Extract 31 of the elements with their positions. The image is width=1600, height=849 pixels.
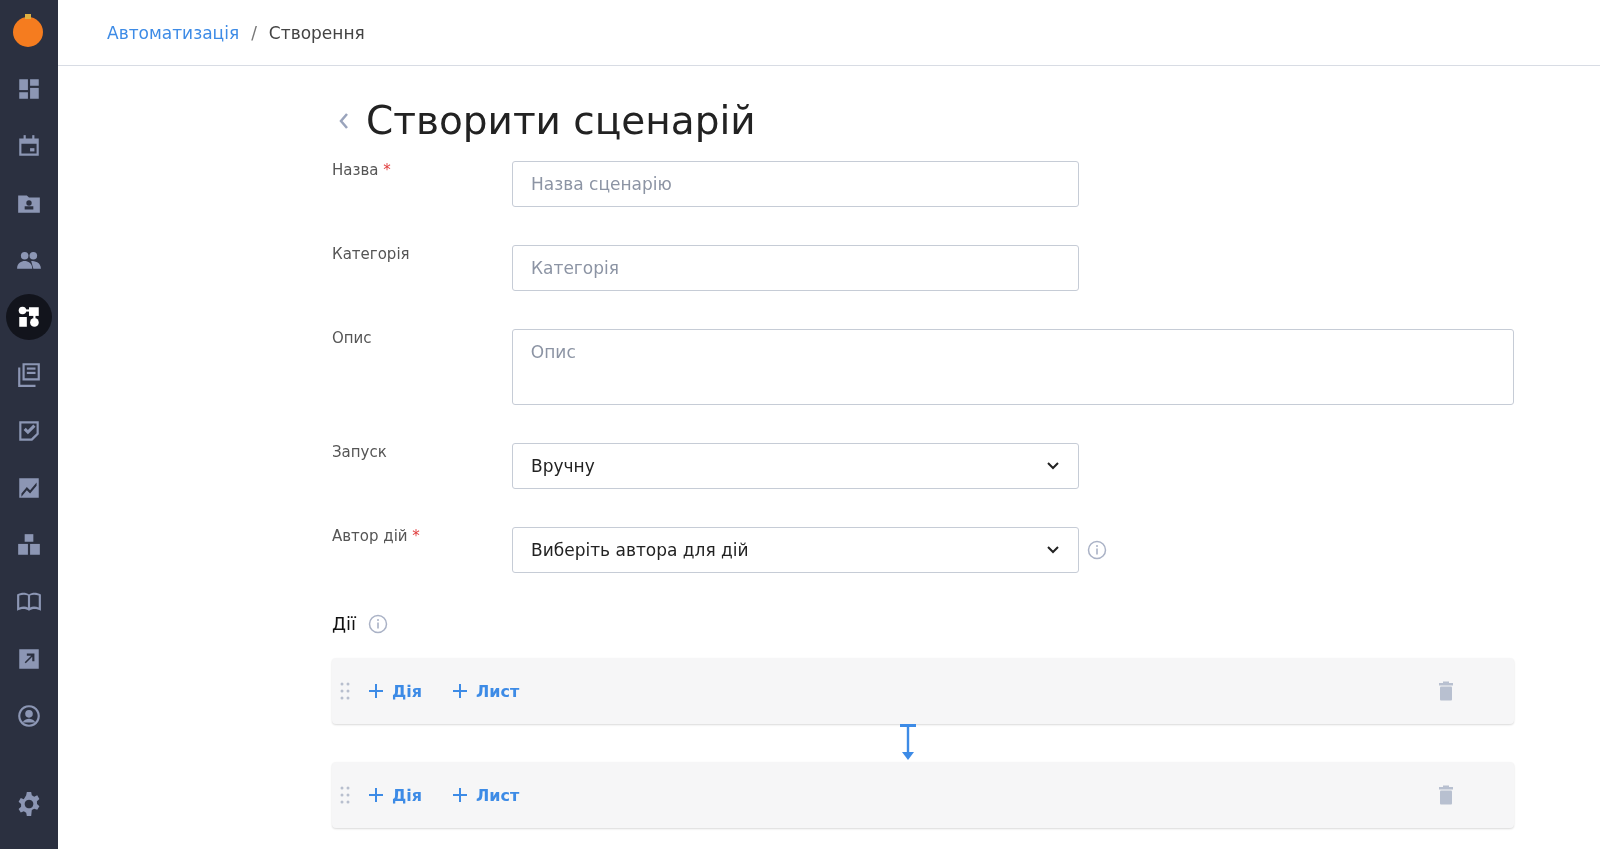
chevron-down-icon [1046, 545, 1060, 555]
add-button[interactable]: Дія [362, 781, 428, 809]
field-label: Назва * [332, 161, 392, 179]
add-button[interactable]: Лист [446, 677, 526, 705]
add-button[interactable]: Дія [362, 677, 428, 705]
field-label: Категорія [332, 245, 411, 263]
plus-icon [452, 683, 468, 699]
plus-icon [368, 683, 384, 699]
plus-icon [368, 787, 384, 803]
breadcrumb-link[interactable]: Автоматизація [107, 22, 240, 43]
dropdown-field[interactable]: Виберіть автора для дій [512, 527, 1079, 573]
drag-handle-icon[interactable] [340, 682, 350, 700]
add-button[interactable]: Лист [446, 781, 526, 809]
section-title: Дії [332, 613, 357, 634]
textarea-field[interactable]: Опис [511, 329, 1514, 405]
breadcrumb-current: Створення [268, 22, 365, 43]
flow-icon[interactable] [6, 294, 52, 340]
breadcrumb-separator: / [251, 22, 257, 43]
field-label: Запуск [332, 443, 388, 461]
down-arrow-icon [898, 724, 918, 762]
input-field[interactable]: Категорія [512, 245, 1079, 291]
plus-icon [452, 787, 468, 803]
drag-handle-icon[interactable] [340, 786, 350, 804]
settings-icon[interactable] [16, 791, 42, 817]
field-label: Опис [332, 329, 373, 347]
dropdown-field[interactable]: Вручну [512, 443, 1079, 489]
field-label: Автор дій * [332, 527, 421, 545]
input-field[interactable]: Назва сценарію [512, 161, 1079, 207]
chevron-down-icon [1046, 461, 1060, 471]
page-title: Створити сценарій [366, 98, 756, 143]
logo-icon [12, 12, 46, 48]
